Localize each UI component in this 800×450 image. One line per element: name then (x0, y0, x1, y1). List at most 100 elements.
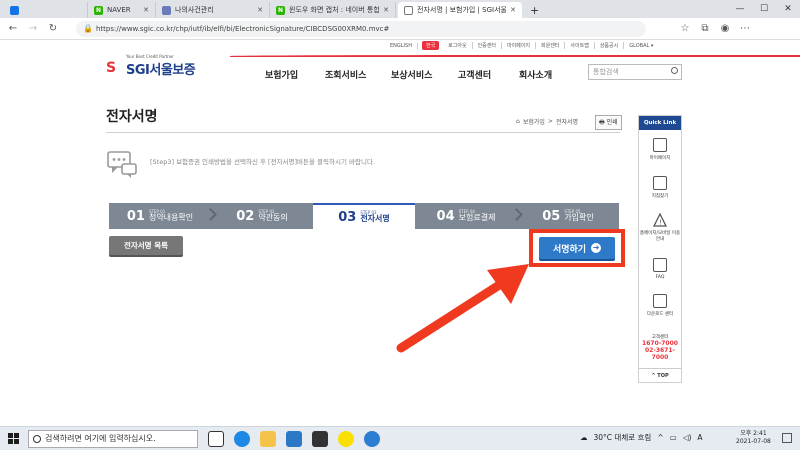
task-view-icon[interactable] (208, 431, 224, 447)
store-icon[interactable] (312, 431, 328, 447)
sign-button[interactable]: 서명하기 ➜ (539, 237, 615, 259)
close-icon[interactable]: ✕ (383, 6, 389, 14)
browser-tab-bar: N NAVER ✕ 나의사건관리 ✕ N 윈도우 화면 캡처 : 네이버 통합검… (0, 0, 800, 18)
util-english[interactable]: ENGLISH (385, 42, 418, 49)
gnb-item-customer[interactable]: 고객센터 (458, 68, 491, 81)
quick-label: 지점찾기 (651, 194, 669, 199)
notification-icon[interactable] (782, 433, 792, 443)
util-lang-badge[interactable]: 한국 (421, 41, 440, 50)
refresh-icon[interactable]: ↻ (46, 22, 60, 36)
gnb-item-insurance[interactable]: 보험가입 (265, 68, 298, 81)
close-window-button[interactable]: ✕ (778, 2, 798, 16)
close-icon[interactable]: ✕ (143, 6, 149, 14)
edge-icon[interactable] (234, 431, 250, 447)
tab-title: 전자서명 | 보험가입 | SGI서울보 (417, 6, 507, 14)
browser-tab-active[interactable]: 전자서명 | 보험가입 | SGI서울보 ✕ (398, 2, 522, 18)
browser-tab-naver[interactable]: N NAVER ✕ (88, 2, 156, 18)
file-explorer-icon[interactable] (260, 431, 276, 447)
util-product[interactable]: 상품공시 (595, 42, 625, 49)
util-sitemap[interactable]: 사이트맵 (565, 42, 595, 49)
taskbar-search-input[interactable]: 검색하려면 여기에 입력하십시오. (28, 430, 198, 448)
naver-icon: N (94, 5, 103, 15)
search-icon[interactable] (671, 67, 678, 74)
collections-icon[interactable]: ⧉ (698, 22, 712, 36)
windows-taskbar: 검색하려면 여기에 입력하십시오. ☁ 30°C 대체로 흐림 ^ ▭ ◁) A… (0, 426, 800, 450)
signature-list-button[interactable]: 전자서명 목록 (109, 236, 183, 255)
close-icon[interactable]: ✕ (257, 6, 263, 14)
kakaotalk-icon[interactable] (338, 431, 354, 447)
profile-icon[interactable]: ◉ (718, 22, 732, 36)
tray-arrow-icon[interactable]: ^ (657, 433, 663, 442)
favorite-icon[interactable]: ☆ (678, 22, 692, 36)
browser-icon[interactable] (364, 431, 380, 447)
quick-download[interactable]: 다운로드 센터 (639, 294, 681, 317)
quick-faq[interactable]: FAQ (639, 258, 681, 280)
gnb-item-company[interactable]: 회사소개 (519, 68, 552, 81)
step-name: 약관동의 (258, 213, 288, 222)
util-mypage[interactable]: 마이페이지 (502, 42, 536, 49)
minimize-button[interactable]: — (730, 2, 750, 16)
building-icon (653, 176, 667, 190)
gnb-item-compensation[interactable]: 보상서비스 (391, 68, 432, 81)
breadcrumb-item[interactable]: 보험가입 (523, 117, 545, 126)
customer-center: 고객센터 1670-7000 02-3671-7000 (639, 334, 681, 362)
back-icon[interactable]: ← (6, 22, 20, 36)
network-icon[interactable]: ▭ (670, 433, 677, 442)
util-member[interactable]: 회원센터 (536, 42, 566, 49)
browser-tab[interactable] (4, 2, 88, 18)
page-title: 전자서명 (106, 109, 158, 125)
ime-lang[interactable]: A (697, 433, 702, 442)
quick-branch[interactable]: 지점찾기 (639, 176, 681, 199)
sign-button-highlight: 서명하기 ➜ (529, 229, 625, 267)
new-tab-button[interactable]: + (524, 2, 540, 18)
page-icon (10, 5, 19, 15)
url-field[interactable]: 🔒 https://www.sgic.co.kr/chp/iutf/ib/elf… (76, 21, 646, 37)
util-logout[interactable]: 로그아웃 (443, 42, 473, 49)
site-logo[interactable]: Your Best Credit Partner S SGI서울보증 (106, 54, 226, 80)
tab-title: NAVER (107, 6, 131, 14)
home-icon[interactable]: ⌂ (516, 118, 520, 125)
step-name: 보험료결제 (458, 213, 496, 222)
quick-guide[interactable]: ! 홈페이지/모바일 이용안내 (639, 212, 681, 242)
forward-icon[interactable]: → (26, 22, 40, 36)
top-button[interactable]: ^ TOP (639, 368, 681, 382)
step-name: 청약내용확인 (148, 213, 194, 222)
sign-button-label: 서명하기 (552, 244, 587, 255)
step-small-label: STEP 04 (458, 209, 475, 214)
maximize-button[interactable]: ☐ (754, 2, 774, 16)
breadcrumb-separator: > (547, 118, 553, 125)
header-accent-line (230, 55, 800, 57)
red-arrow-icon (396, 264, 529, 353)
print-button[interactable]: 🖶 인쇄 (595, 115, 622, 130)
clock[interactable]: 오후 2:41 2021-07-08 (736, 430, 771, 447)
top-label: TOP (657, 373, 669, 379)
quick-mypage[interactable]: 마이페이지 (639, 138, 681, 161)
quick-label: 마이페이지 (649, 156, 671, 161)
svg-text:!: ! (659, 219, 662, 227)
search-icon (33, 435, 41, 443)
step-name: 전자서명 (360, 214, 390, 223)
step-small-label: STEP 03 (360, 210, 377, 215)
close-icon[interactable]: ✕ (510, 6, 516, 14)
step-name: 가입확인 (564, 213, 594, 222)
url-text: https://www.sgic.co.kr/chp/iutf/ib/elfi/… (96, 25, 390, 33)
step-1: 01 STEP 01 청약내용확인 (109, 203, 217, 229)
browser-tab-case[interactable]: 나의사건관리 ✕ (156, 2, 270, 18)
menu-icon[interactable]: ⋯ (738, 22, 752, 36)
faq-icon (653, 258, 667, 272)
mail-icon[interactable] (286, 431, 302, 447)
step-small-label: STEP 01 (148, 209, 166, 214)
util-cert[interactable]: 인증센터 (473, 42, 502, 49)
browser-tab-capture[interactable]: N 윈도우 화면 캡처 : 네이버 통합검 ✕ (270, 2, 396, 18)
site-search-input[interactable]: 통합검색 (588, 64, 682, 80)
util-global[interactable]: GLOBAL ▾ (624, 43, 658, 49)
breadcrumb: ⌂ 보험가입 > 전자서명 (516, 117, 578, 126)
step-4: 04 STEP 04 보험료결제 (415, 203, 523, 229)
step-progress-bar: 01 STEP 01 청약내용확인 02 STEP 02 약관동의 03 STEP … (109, 203, 619, 229)
windows-start-icon[interactable] (8, 433, 20, 445)
step-description: [Step3] 보험증권 인쇄방법을 선택하신 후 [전자서명]버튼을 클릭하시… (150, 158, 376, 166)
volume-icon[interactable]: ◁) (683, 433, 692, 442)
weather-text[interactable]: 30°C 대체로 흐림 (594, 432, 652, 443)
gnb-item-inquiry[interactable]: 조회서비스 (325, 68, 366, 81)
quick-link-panel: Quick Link 마이페이지 지점찾기 ! 홈페이지/모바일 이용안내 FA… (638, 115, 682, 383)
